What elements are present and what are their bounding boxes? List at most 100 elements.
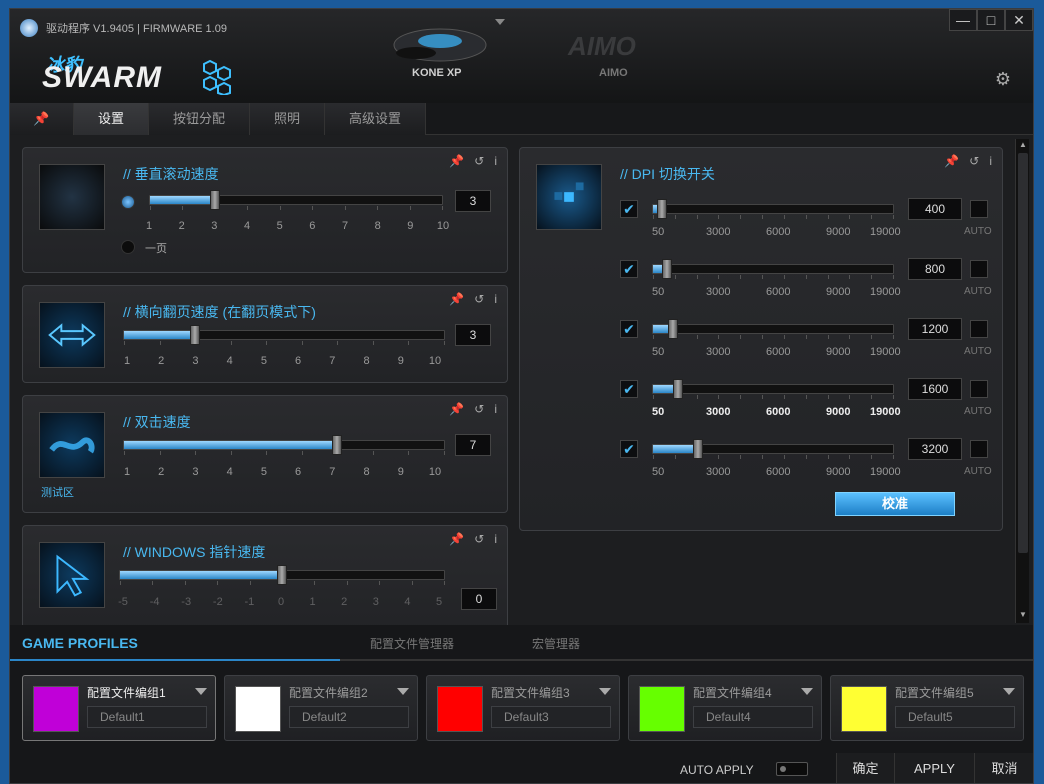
profile-dropdown-icon[interactable]	[801, 688, 813, 695]
profile-slot[interactable]: 配置文件编组3 Default3	[426, 675, 620, 741]
scroll-up-icon[interactable]: ▲	[1017, 140, 1029, 152]
tab-profile-manager[interactable]: 配置文件管理器	[370, 635, 454, 652]
info-icon[interactable]: i	[989, 154, 992, 168]
reset-icon[interactable]: ↺	[969, 154, 979, 168]
dpi-auto-checkbox[interactable]	[970, 380, 988, 398]
device-tab-aimo[interactable]: AIMO	[599, 67, 628, 79]
dpi-auto-checkbox[interactable]	[970, 320, 988, 338]
pin-icon[interactable]: 📌	[449, 292, 464, 306]
profile-slot[interactable]: 配置文件编组5 Default5	[830, 675, 1024, 741]
dpi-value-field[interactable]: 400	[908, 198, 962, 220]
profile-color-swatch[interactable]	[437, 686, 483, 732]
aimo-logo[interactable]: AIMO	[568, 31, 636, 62]
pin-icon[interactable]: 📌	[944, 154, 959, 168]
slider-knob[interactable]	[332, 435, 343, 455]
dpi-slider[interactable]	[652, 199, 894, 219]
slider-knob[interactable]	[190, 325, 201, 345]
device-tab-kone-xp[interactable]: KONE XP	[412, 67, 462, 79]
scroll-thumb[interactable]	[1018, 153, 1028, 553]
profile-slot[interactable]: 配置文件编组1 Default1	[22, 675, 216, 741]
dpi-auto-checkbox[interactable]	[970, 440, 988, 458]
dpi-slider-knob[interactable]	[692, 439, 703, 459]
dpi-slider[interactable]	[652, 439, 894, 459]
scroll-speed-radio[interactable]	[121, 195, 135, 209]
info-icon[interactable]: i	[494, 532, 497, 546]
dpi-slider-knob[interactable]	[662, 259, 673, 279]
device-dropdown-icon[interactable]	[495, 19, 505, 25]
cancel-button[interactable]: 取消	[974, 753, 1033, 783]
calibrate-button[interactable]: 校准	[835, 492, 955, 516]
tab-pin-icon[interactable]: 📌	[10, 103, 74, 135]
double-click-value[interactable]: 7	[455, 434, 491, 456]
one-page-radio[interactable]	[121, 240, 135, 254]
dpi-checkbox[interactable]: ✔	[620, 260, 638, 278]
pointer-speed-value[interactable]: 0	[461, 588, 497, 610]
reset-icon[interactable]: ↺	[474, 532, 484, 546]
dpi-auto-checkbox[interactable]	[970, 260, 988, 278]
tab-advanced[interactable]: 高级设置	[325, 103, 427, 135]
vscroll-slider[interactable]	[149, 190, 443, 210]
dpi-value-field[interactable]: 3200	[908, 438, 962, 460]
profile-default-field[interactable]: Default5	[895, 706, 1015, 728]
slider-knob[interactable]	[277, 565, 287, 585]
profile-default-field[interactable]: Default2	[289, 706, 409, 728]
profile-dropdown-icon[interactable]	[397, 688, 409, 695]
gear-icon[interactable]: ⚙	[995, 69, 1011, 90]
pin-icon[interactable]: 📌	[449, 154, 464, 168]
hscroll-slider[interactable]	[123, 325, 445, 345]
scroll-down-icon[interactable]: ▼	[1017, 610, 1029, 622]
close-button[interactable]: ✕	[1005, 9, 1033, 31]
pin-icon[interactable]: 📌	[449, 532, 464, 546]
dpi-auto-checkbox[interactable]	[970, 200, 988, 218]
pointer-speed-slider[interactable]	[119, 565, 445, 585]
hscroll-value[interactable]: 3	[455, 324, 491, 346]
info-icon[interactable]: i	[494, 402, 497, 416]
profile-color-swatch[interactable]	[639, 686, 685, 732]
profile-color-swatch[interactable]	[33, 686, 79, 732]
auto-apply-toggle[interactable]	[776, 762, 808, 776]
dpi-slider[interactable]	[652, 319, 894, 339]
profile-dropdown-icon[interactable]	[195, 688, 207, 695]
double-click-slider[interactable]	[123, 435, 445, 455]
dpi-slider-knob[interactable]	[667, 319, 678, 339]
minimize-button[interactable]: —	[949, 9, 977, 31]
dpi-value-field[interactable]: 800	[908, 258, 962, 280]
tab-lighting[interactable]: 照明	[250, 103, 326, 135]
dpi-checkbox[interactable]: ✔	[620, 440, 638, 458]
dpi-checkbox[interactable]: ✔	[620, 200, 638, 218]
reset-icon[interactable]: ↺	[474, 402, 484, 416]
profile-color-swatch[interactable]	[235, 686, 281, 732]
profile-default-field[interactable]: Default4	[693, 706, 813, 728]
apply-button[interactable]: APPLY	[894, 753, 974, 783]
profile-dropdown-icon[interactable]	[1003, 688, 1015, 695]
reset-icon[interactable]: ↺	[474, 292, 484, 306]
vscroll-value[interactable]: 3	[455, 190, 491, 212]
dpi-checkbox[interactable]: ✔	[620, 380, 638, 398]
dpi-slider-knob[interactable]	[672, 379, 683, 399]
profile-color-swatch[interactable]	[841, 686, 887, 732]
scrollbar[interactable]: ▲ ▼	[1015, 139, 1029, 623]
dpi-slider[interactable]	[652, 259, 894, 279]
profile-default-field[interactable]: Default3	[491, 706, 611, 728]
ok-button[interactable]: 确定	[836, 753, 894, 783]
tab-button-assignment[interactable]: 按钮分配	[149, 103, 251, 135]
dpi-checkbox[interactable]: ✔	[620, 320, 638, 338]
dpi-value-field[interactable]: 1200	[908, 318, 962, 340]
test-area-image[interactable]	[39, 412, 105, 478]
profile-default-field[interactable]: Default1	[87, 706, 207, 728]
kone-xp-mouse-icon[interactable]	[380, 23, 490, 65]
tab-settings[interactable]: 设置	[74, 103, 150, 135]
profile-slot[interactable]: 配置文件编组2 Default2	[224, 675, 418, 741]
tab-macro-manager[interactable]: 宏管理器	[532, 635, 580, 652]
maximize-button[interactable]: □	[977, 9, 1005, 31]
dpi-value-field[interactable]: 1600	[908, 378, 962, 400]
info-icon[interactable]: i	[494, 292, 497, 306]
reset-icon[interactable]: ↺	[474, 154, 484, 168]
info-icon[interactable]: i	[494, 154, 497, 168]
profile-slot[interactable]: 配置文件编组4 Default4	[628, 675, 822, 741]
profile-dropdown-icon[interactable]	[599, 688, 611, 695]
pin-icon[interactable]: 📌	[449, 402, 464, 416]
dpi-slider-knob[interactable]	[657, 199, 668, 219]
dpi-slider[interactable]	[652, 379, 894, 399]
slider-knob[interactable]	[209, 190, 220, 210]
